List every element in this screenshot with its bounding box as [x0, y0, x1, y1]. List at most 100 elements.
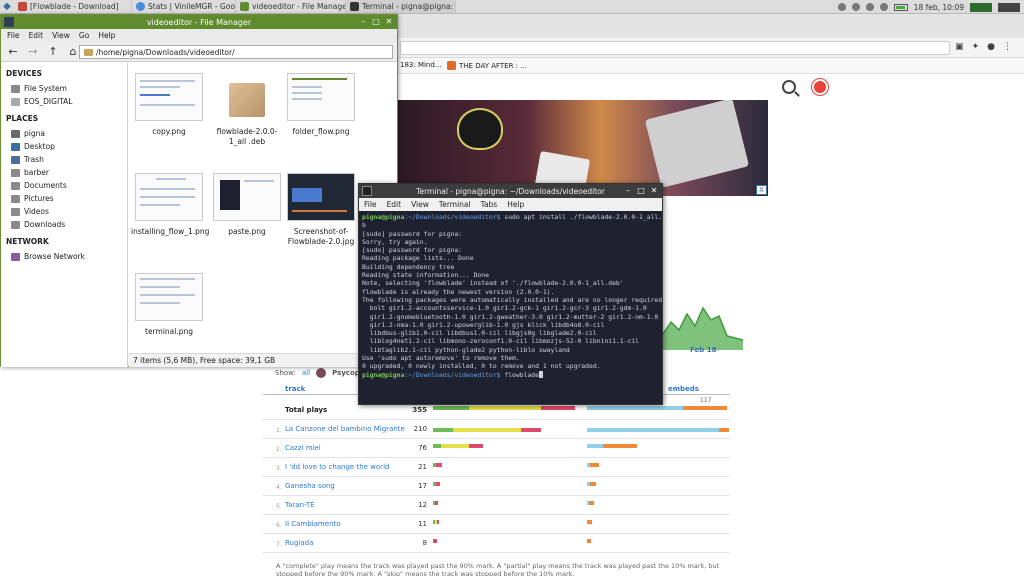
menu-file[interactable]: File: [7, 31, 20, 40]
table-row[interactable]: 5. Taran-TÈ 12: [263, 496, 730, 515]
minimize-icon[interactable]: –: [358, 17, 368, 27]
show-all-link[interactable]: all: [302, 369, 310, 377]
applications-menu-icon[interactable]: ◆: [0, 0, 14, 14]
taskbar-item-stats[interactable]: Stats | VinileMGR - Googl...: [132, 0, 236, 13]
path-bar[interactable]: /home/pigna/Downloads/videoeditor/: [79, 45, 393, 59]
track-column-header[interactable]: track: [285, 385, 305, 393]
file-item[interactable]: Screenshot-of- Flowblade-2.0.jpg: [283, 173, 359, 247]
folder-icon: [11, 181, 20, 190]
cast-icon[interactable]: ▣: [955, 42, 964, 52]
sidebar-item-pigna[interactable]: pigna: [1, 127, 127, 140]
command-output: [sudo] password for pigna: Sorry, try ag…: [362, 229, 662, 371]
table-row[interactable]: 1. La Canzone del bambino Migrante 210: [263, 420, 730, 439]
table-row[interactable]: 3. I 'dd love to change the world 21: [263, 458, 730, 477]
back-arrow-icon[interactable]: ←: [4, 44, 22, 60]
sidebar-item-trash[interactable]: Trash: [1, 153, 127, 166]
extension-icon[interactable]: ✦: [972, 42, 980, 52]
bookmark-label: 183: Mind...: [400, 61, 442, 69]
table-row[interactable]: 7. Rugiada 8: [263, 534, 730, 553]
maximize-icon[interactable]: □: [636, 186, 646, 196]
footer-note: A "complete" play means the track was pl…: [276, 562, 720, 576]
sidebar-item-eos-digital[interactable]: EOS_DIGITAL: [1, 95, 127, 108]
table-row[interactable]: 2. Cazzi miei 76: [263, 439, 730, 458]
sidebar-item-barber[interactable]: barber: [1, 166, 127, 179]
file-manager-titlebar[interactable]: videoeditor - File Manager – □ ✕: [1, 15, 397, 29]
sidebar-item-videos[interactable]: Videos: [1, 205, 127, 218]
browser-address-bar[interactable]: [400, 41, 950, 55]
menu-file[interactable]: File: [364, 200, 377, 209]
taskbar-item-terminal[interactable]: Terminal - pigna@pigna: ...: [346, 0, 456, 13]
show-filter: Show: all Psycopa: [275, 368, 365, 378]
clock[interactable]: 18 feb, 10:09: [914, 3, 964, 12]
embed-bar: [587, 520, 592, 524]
terminal-icon[interactable]: [362, 186, 372, 196]
sidebar-item-pictures[interactable]: Pictures: [1, 192, 127, 205]
site-logo-icon[interactable]: [812, 79, 828, 95]
file-item[interactable]: copy.png: [131, 73, 207, 137]
system-tray: 18 feb, 10:09: [837, 0, 1024, 14]
up-arrow-icon[interactable]: ↑: [44, 44, 62, 60]
sidebar-item-label: Browse Network: [24, 252, 86, 261]
partial-bar: [441, 444, 469, 448]
table-row[interactable]: 6. Il Cambiamento 11: [263, 515, 730, 534]
file-item[interactable]: installing_flow_1.png: [131, 173, 209, 237]
menu-tabs[interactable]: Tabs: [481, 200, 498, 209]
menu-help[interactable]: Help: [507, 200, 524, 209]
partial-bar: [469, 406, 541, 410]
close-icon[interactable]: ✕: [384, 17, 394, 27]
skip-bar: [433, 539, 437, 543]
network-icon[interactable]: [851, 3, 860, 11]
drive-icon: [11, 84, 20, 93]
sidebar-item-file-system[interactable]: File System: [1, 82, 127, 95]
close-icon[interactable]: ✕: [649, 186, 659, 196]
maximize-icon[interactable]: □: [371, 17, 381, 27]
file-item[interactable]: paste.png: [209, 173, 285, 237]
file-item[interactable]: terminal.png: [131, 273, 207, 337]
profile-icon[interactable]: ●: [987, 42, 995, 52]
taskbar-item-flowblade[interactable]: [Flowblade - Download]: [14, 0, 132, 13]
row-index: 1.: [276, 427, 282, 434]
menu-edit[interactable]: Edit: [29, 31, 44, 40]
folder-icon: [11, 194, 20, 203]
menu-terminal[interactable]: Terminal: [439, 200, 471, 209]
menu-go[interactable]: Go: [79, 31, 89, 40]
play-count: 21: [418, 463, 427, 471]
battery-icon[interactable]: [893, 3, 908, 11]
partial-bar: [453, 428, 521, 432]
table-row[interactable]: 4. Ganesha song 17: [263, 477, 730, 496]
sidebar-item-label: Pictures: [24, 194, 54, 203]
forward-arrow-icon[interactable]: →: [24, 44, 42, 60]
bookmark-item[interactable]: THE DAY AFTER : ...: [447, 61, 527, 70]
bluetooth-icon[interactable]: [865, 3, 874, 11]
file-item[interactable]: flowblade-2.0.0-1_all .deb: [209, 73, 285, 147]
sidebar-item-desktop[interactable]: Desktop: [1, 140, 127, 153]
site-search-icon[interactable]: [782, 80, 796, 94]
ad-close-button[interactable]: X: [756, 185, 767, 195]
file-item[interactable]: folder_flow.png: [283, 73, 359, 137]
complete-bar: [433, 406, 469, 410]
path-text: /home/pigna/Downloads/videoeditor/: [96, 47, 235, 57]
volume-icon[interactable]: [879, 3, 888, 11]
menu-icon[interactable]: ⋮: [1003, 42, 1012, 52]
plays-sparkline: [663, 306, 743, 350]
skip-bar: [437, 520, 439, 524]
window-menu-icon[interactable]: [4, 17, 14, 27]
menu-edit[interactable]: Edit: [387, 200, 402, 209]
embeds-column-header[interactable]: embeds: [668, 385, 699, 393]
terminal-output[interactable]: pigna@pigna:~/Downloads/videoeditor$ sud…: [359, 211, 662, 404]
task-label: videoeditor - File Manager: [252, 2, 346, 11]
menu-view[interactable]: View: [52, 31, 70, 40]
sidebar-item-browse-network[interactable]: Browse Network: [1, 250, 127, 263]
sidebar-item-downloads[interactable]: Downloads: [1, 218, 127, 231]
taskbar-item-file-manager[interactable]: videoeditor - File Manager: [236, 0, 346, 13]
file-name: terminal.png: [145, 327, 193, 336]
bookmark-item[interactable]: 183: Mind...: [400, 61, 441, 69]
minimize-icon[interactable]: –: [623, 186, 633, 196]
file-name: flowblade-2.0.0-1_all .deb: [216, 127, 278, 146]
terminal-titlebar[interactable]: Terminal - pigna@pigna: ~/Downloads/vide…: [359, 184, 662, 198]
menu-view[interactable]: View: [411, 200, 429, 209]
embed-bar: [590, 482, 596, 486]
sidebar-item-documents[interactable]: Documents: [1, 179, 127, 192]
menu-help[interactable]: Help: [98, 31, 115, 40]
update-icon[interactable]: [837, 3, 846, 11]
